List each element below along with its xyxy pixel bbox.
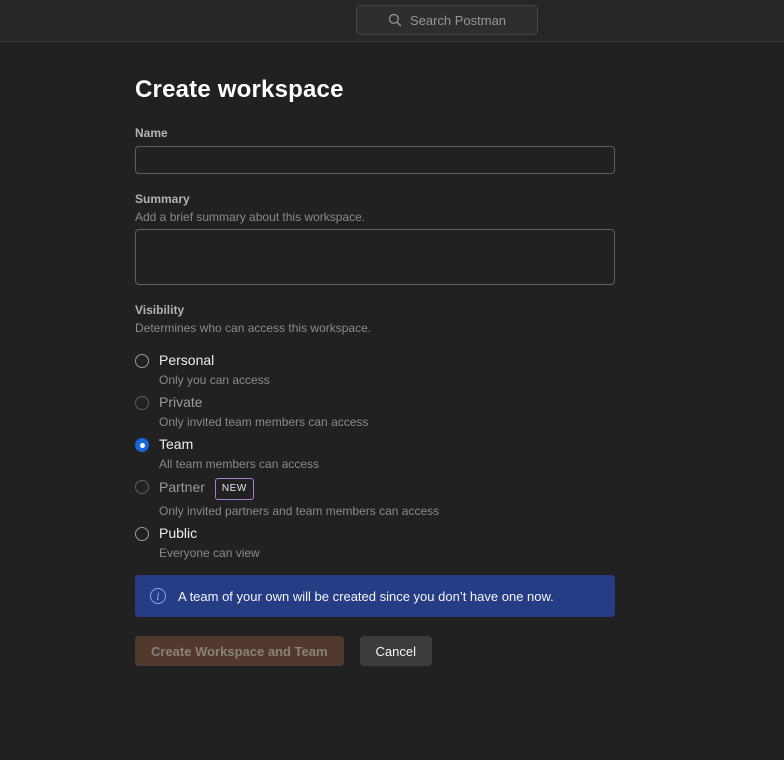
option-label: PartnerNEW bbox=[159, 478, 439, 500]
banner-text: A team of your own will be created since… bbox=[178, 589, 554, 604]
search-icon bbox=[388, 13, 402, 27]
name-label: Name bbox=[135, 126, 784, 140]
top-bar: Search Postman bbox=[0, 0, 784, 42]
radio-team[interactable] bbox=[135, 438, 149, 452]
visibility-option-team[interactable]: Team All team members can access bbox=[135, 436, 784, 471]
name-input[interactable] bbox=[135, 146, 615, 174]
new-badge: NEW bbox=[215, 478, 254, 500]
option-label: Private bbox=[159, 394, 368, 411]
option-description: Only you can access bbox=[159, 373, 270, 387]
search-placeholder: Search Postman bbox=[410, 13, 506, 28]
visibility-option-public[interactable]: Public Everyone can view bbox=[135, 525, 784, 560]
visibility-options: Personal Only you can access Private Onl… bbox=[135, 352, 784, 560]
page-title: Create workspace bbox=[135, 76, 784, 104]
search-input[interactable]: Search Postman bbox=[356, 5, 538, 35]
cancel-button[interactable]: Cancel bbox=[360, 636, 432, 666]
visibility-option-partner[interactable]: PartnerNEW Only invited partners and tea… bbox=[135, 478, 784, 518]
option-label: Personal bbox=[159, 352, 270, 369]
option-description: All team members can access bbox=[159, 457, 319, 471]
summary-input[interactable] bbox=[135, 229, 615, 285]
action-buttons: Create Workspace and Team Cancel bbox=[135, 636, 784, 666]
team-info-banner: i A team of your own will be created sin… bbox=[135, 575, 615, 617]
summary-helper: Add a brief summary about this workspace… bbox=[135, 210, 784, 224]
info-icon: i bbox=[150, 588, 166, 604]
option-label: Team bbox=[159, 436, 319, 453]
option-description: Everyone can view bbox=[159, 546, 260, 560]
radio-partner[interactable] bbox=[135, 480, 149, 494]
radio-public[interactable] bbox=[135, 527, 149, 541]
visibility-option-private[interactable]: Private Only invited team members can ac… bbox=[135, 394, 784, 429]
visibility-helper: Determines who can access this workspace… bbox=[135, 321, 784, 335]
option-label: Public bbox=[159, 525, 260, 542]
visibility-option-personal[interactable]: Personal Only you can access bbox=[135, 352, 784, 387]
radio-private[interactable] bbox=[135, 396, 149, 410]
radio-personal[interactable] bbox=[135, 354, 149, 368]
option-description: Only invited team members can access bbox=[159, 415, 368, 429]
visibility-label: Visibility bbox=[135, 303, 784, 317]
option-description: Only invited partners and team members c… bbox=[159, 504, 439, 518]
summary-label: Summary bbox=[135, 192, 784, 206]
create-workspace-page: Create workspace Name Summary Add a brie… bbox=[0, 76, 784, 666]
create-workspace-button[interactable]: Create Workspace and Team bbox=[135, 636, 344, 666]
